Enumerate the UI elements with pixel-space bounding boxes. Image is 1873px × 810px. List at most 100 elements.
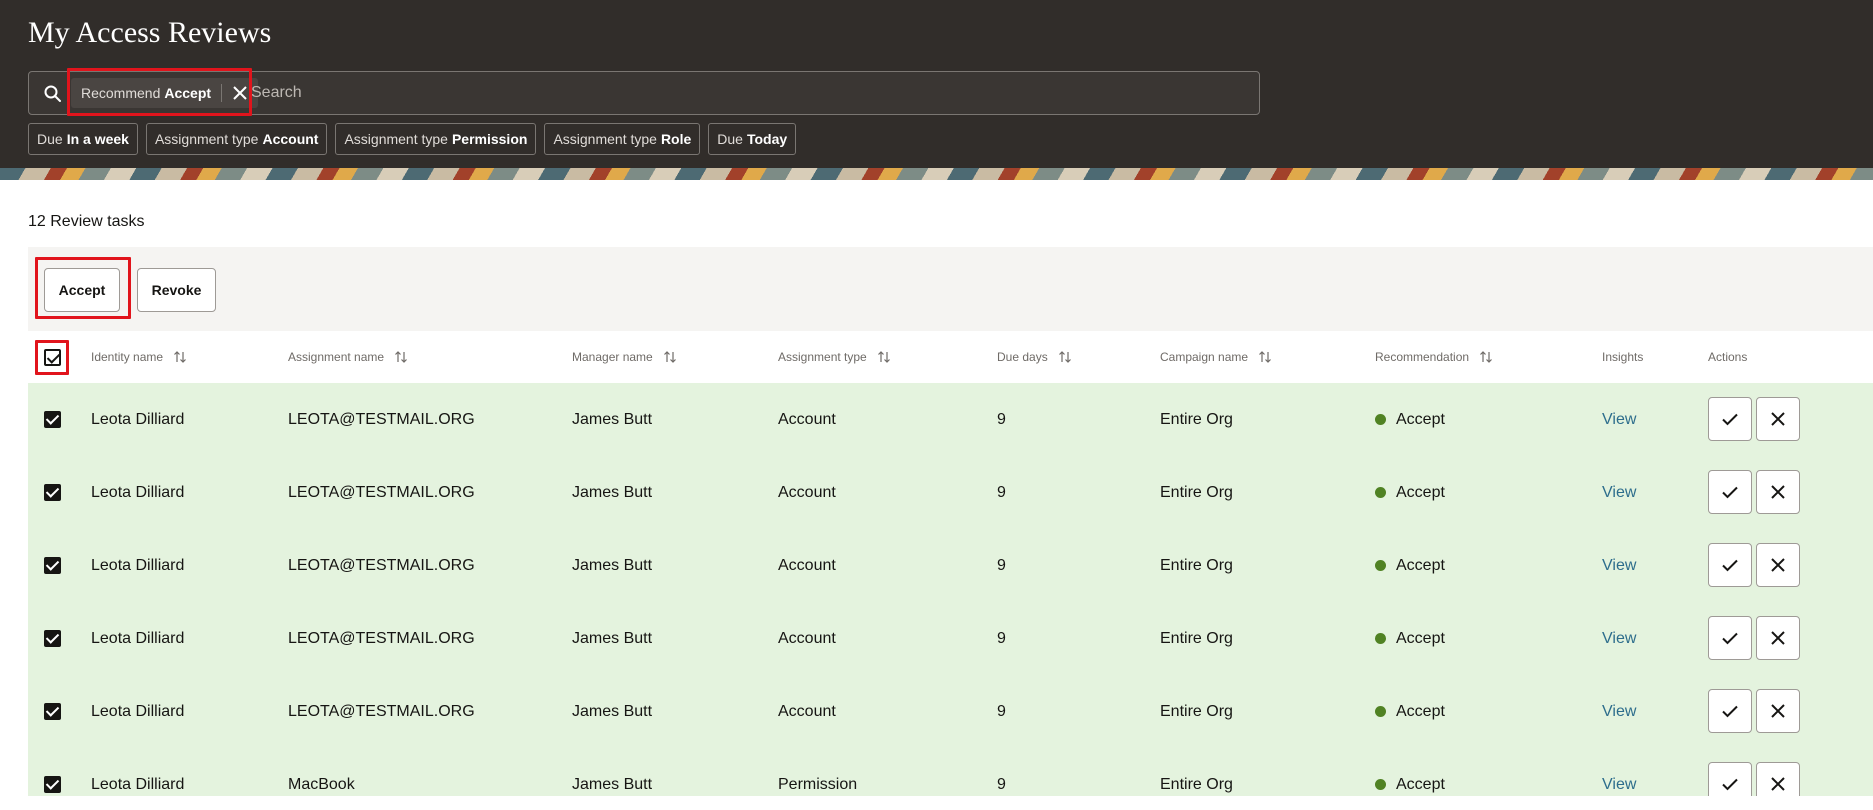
select-all-cell[interactable]: [44, 331, 61, 383]
accept-row-button[interactable]: [1708, 616, 1752, 660]
column-header-campaign-name[interactable]: Campaign name: [1160, 331, 1272, 383]
x-icon: [1771, 631, 1785, 645]
column-header-label: Assignment name: [288, 350, 385, 364]
filter-chip[interactable]: Assignment type Account: [145, 123, 328, 155]
row-select-cell[interactable]: [44, 383, 61, 456]
table-row[interactable]: Leota Dilliard LEOTA@TESTMAIL.ORG James Bu…: [28, 529, 1873, 602]
row-checkbox[interactable]: [44, 630, 61, 647]
sort-icon[interactable]: [1479, 350, 1493, 364]
revoke-row-button[interactable]: [1756, 762, 1800, 796]
table-row[interactable]: Leota Dilliard LEOTA@TESTMAIL.ORG James Bu…: [28, 456, 1873, 529]
accept-row-button[interactable]: [1708, 762, 1752, 796]
sort-icon[interactable]: [1258, 350, 1272, 364]
cell-identity-name: Leota Dilliard: [91, 483, 185, 501]
cell-assignment-type: Account: [778, 629, 836, 647]
sort-icon[interactable]: [663, 350, 677, 364]
accept-row-button[interactable]: [1708, 470, 1752, 514]
status-dot: [1375, 779, 1386, 790]
x-icon: [1771, 704, 1785, 718]
accept-row-button[interactable]: [1708, 397, 1752, 441]
row-select-cell[interactable]: [44, 529, 61, 602]
row-select-cell[interactable]: [44, 675, 61, 748]
accept-row-button[interactable]: [1708, 543, 1752, 587]
row-select-cell[interactable]: [44, 456, 61, 529]
filter-chip[interactable]: Assignment type Permission: [335, 123, 537, 155]
select-all-checkbox[interactable]: [44, 348, 61, 366]
column-header-label: Assignment type: [778, 350, 867, 364]
column-header-insights: Insights: [1602, 331, 1643, 383]
view-insights-link[interactable]: View: [1602, 703, 1636, 721]
checkmark-icon: [1722, 413, 1738, 426]
cell-insights: View: [1602, 748, 1636, 796]
checkmark-icon: [1722, 632, 1738, 645]
view-insights-link[interactable]: View: [1602, 484, 1636, 502]
cell-manager-name: James Butt: [572, 702, 653, 720]
close-icon[interactable]: [232, 85, 248, 101]
column-header-assignment-type[interactable]: Assignment type: [778, 331, 891, 383]
revoke-row-button[interactable]: [1756, 689, 1800, 733]
row-checkbox[interactable]: [44, 703, 61, 720]
sort-icon[interactable]: [394, 350, 408, 364]
revoke-button[interactable]: Revoke: [137, 268, 216, 312]
accept-row-button[interactable]: [1708, 689, 1752, 733]
checkmark-icon: [1722, 705, 1738, 718]
cell-assignment-type: Account: [778, 483, 836, 501]
revoke-row-button[interactable]: [1756, 616, 1800, 660]
page-title: My Access Reviews: [28, 16, 272, 49]
cell-manager-name: James Butt: [572, 483, 653, 501]
search-input[interactable]: [251, 80, 1231, 106]
search-bar[interactable]: Recommend Accept: [28, 71, 1260, 115]
x-icon: [1771, 777, 1785, 791]
view-insights-link[interactable]: View: [1602, 411, 1636, 429]
x-icon: [1771, 412, 1785, 426]
filter-chip-value: Permission: [451, 131, 528, 147]
view-insights-link[interactable]: View: [1602, 557, 1636, 575]
revoke-row-button[interactable]: [1756, 470, 1800, 514]
cell-recommendation: Accept: [1375, 456, 1445, 529]
sort-icon[interactable]: [173, 350, 187, 364]
column-header-identity-name[interactable]: Identity name: [91, 331, 187, 383]
sort-icon[interactable]: [1058, 350, 1072, 364]
filter-chip-value: Role: [660, 131, 692, 147]
revoke-row-button[interactable]: [1756, 397, 1800, 441]
cell-campaign-name: Entire Org: [1160, 702, 1233, 720]
row-checkbox[interactable]: [44, 557, 61, 574]
cell-recommendation: Accept: [1375, 529, 1445, 602]
cell-assignment-type: Account: [778, 410, 836, 428]
search-icon[interactable]: [43, 84, 63, 104]
cell-recommendation: Accept: [1375, 675, 1445, 748]
filter-chip[interactable]: Due Today: [708, 123, 797, 155]
cell-identity-name: Leota Dilliard: [91, 702, 185, 720]
table-row[interactable]: Leota Dilliard MacBook James Butt Permissio…: [28, 748, 1873, 796]
cell-insights: View: [1602, 383, 1636, 456]
revoke-row-button[interactable]: [1756, 543, 1800, 587]
filter-chip[interactable]: Assignment type Role: [544, 123, 701, 155]
filter-chip-label: Due: [37, 131, 63, 147]
chip-label: Recommend: [81, 85, 161, 101]
row-select-cell[interactable]: [44, 748, 61, 796]
recommendation-text: Accept: [1396, 483, 1445, 501]
row-checkbox[interactable]: [44, 776, 61, 793]
row-checkbox[interactable]: [44, 411, 61, 428]
sort-icon[interactable]: [877, 350, 891, 364]
status-dot: [1375, 414, 1386, 425]
filter-chip[interactable]: Due In a week: [28, 123, 138, 155]
column-header-label: Due days: [997, 350, 1048, 364]
table-row[interactable]: Leota Dilliard LEOTA@TESTMAIL.ORG James Bu…: [28, 602, 1873, 675]
accept-button[interactable]: Accept: [44, 268, 120, 312]
table-row[interactable]: Leota Dilliard LEOTA@TESTMAIL.ORG James Bu…: [28, 383, 1873, 456]
cell-due-days: 9: [997, 556, 1006, 574]
row-select-cell[interactable]: [44, 602, 61, 675]
row-checkbox[interactable]: [44, 484, 61, 501]
x-icon: [1771, 485, 1785, 499]
column-header-recommendation[interactable]: Recommendation: [1375, 331, 1493, 383]
cell-manager-name: James Butt: [572, 410, 653, 428]
view-insights-link[interactable]: View: [1602, 630, 1636, 648]
cell-identity-name: Leota Dilliard: [91, 775, 185, 793]
cell-campaign-name: Entire Org: [1160, 483, 1233, 501]
view-insights-link[interactable]: View: [1602, 776, 1636, 794]
column-header-assignment-name[interactable]: Assignment name: [288, 331, 408, 383]
column-header-due-days[interactable]: Due days: [997, 331, 1072, 383]
table-row[interactable]: Leota Dilliard LEOTA@TESTMAIL.ORG James Bu…: [28, 675, 1873, 748]
column-header-manager-name[interactable]: Manager name: [572, 331, 677, 383]
